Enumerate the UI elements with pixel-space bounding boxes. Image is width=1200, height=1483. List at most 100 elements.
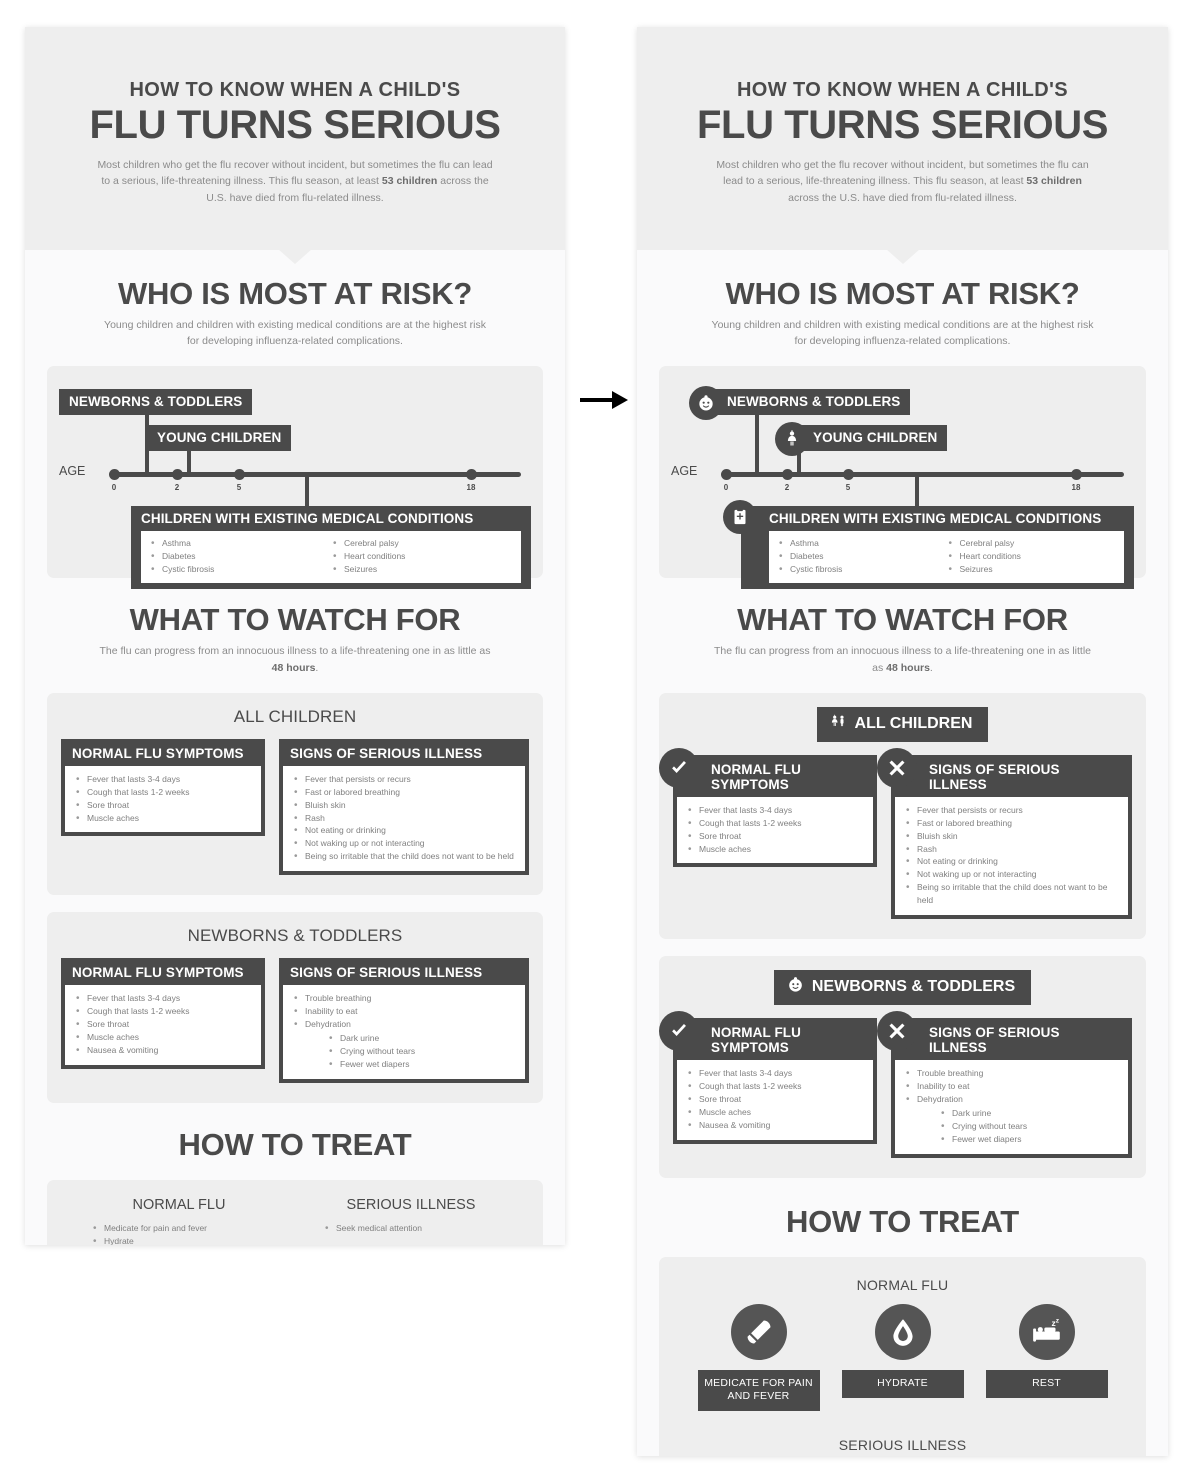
treat-columns: NORMAL FLU Medicate for pain and fever H…	[63, 1197, 527, 1245]
conditions-list-body: Asthma Diabetes Cystic fibrosis Cerebral…	[141, 531, 521, 584]
list-item: Dehydration Dark urine Crying without te…	[292, 1017, 516, 1072]
serious-illness-card: SIGNS OF SERIOUS ILLNESS Trouble breathi…	[877, 1011, 1132, 1158]
group-heading-label: NEWBORNS & TODDLERS	[811, 978, 1016, 996]
normal-symptoms-column: NORMAL FLU SYMPTOMS Fever that lasts 3-4…	[61, 738, 265, 837]
treat-section-left: HOW TO TREAT NORMAL FLU Medicate for pai…	[25, 1103, 565, 1245]
treat-title: HOW TO TREAT	[786, 1203, 1019, 1239]
normal-flu-symptoms-card: NORMAL FLU SYMPTOMS Fever that lasts 3-4…	[659, 1011, 877, 1144]
normal-symptoms-list: Fever that lasts 3-4 days Cough that las…	[74, 991, 252, 1058]
risk-section-left: WHO IS MOST AT RISK? Young children and …	[25, 250, 565, 590]
list-item: Fewer wet diapers	[939, 1132, 1119, 1147]
band-young-children: YOUNG CHILDREN	[147, 425, 292, 452]
card-body: Trouble breathing Inability to eat Dehyd…	[283, 985, 525, 1079]
header-kicker: HOW TO KNOW WHEN A CHILD'S	[736, 79, 1069, 101]
group-heading-wrap: NEWBORNS & TODDLERS	[673, 970, 1132, 1006]
card-title: SIGNS OF SERIOUS ILLNESS	[929, 761, 1060, 792]
band-young-children: YOUNG CHILDREN	[791, 425, 948, 452]
header-subtitle: Most children who get the flu recover wi…	[637, 157, 1168, 206]
list-item: Being so irritable that the child does n…	[904, 880, 1119, 907]
list-item: Cerebral palsy	[947, 536, 1117, 551]
list-item: Heart conditions	[947, 549, 1117, 564]
card-body: Trouble breathing Inability to eat Dehyd…	[895, 1060, 1128, 1154]
watch-group-all-children: ALL CHILDREN NORMAL FLU SYMPTOMS Fever t…	[47, 692, 543, 896]
serious-signs-list: Trouble breathing Inability to eat Dehyd…	[292, 991, 516, 1072]
list-item: Muscle aches	[74, 811, 252, 826]
header-sub-highlight: 53 children	[1026, 175, 1082, 188]
list-item: Rash	[292, 811, 516, 826]
normal-symptoms-column: NORMAL FLU SYMPTOMS Fever that lasts 3-4…	[659, 1011, 877, 1144]
checkmark-icon	[659, 1011, 699, 1052]
card-title: SIGNS OF SERIOUS ILLNESS	[929, 1025, 1060, 1056]
list-item: Cystic fibrosis	[149, 562, 331, 577]
treat-option-medicate[interactable]: MEDICATE FOR PAIN AND FEVER	[697, 1303, 820, 1412]
risk-timeline-card: AGE 0 2 5 18 NEWBORNS & TODDLERS YOUNG C…	[47, 366, 543, 590]
conditions-list-body: Asthma Diabetes Cystic fibrosis Cerebral…	[769, 531, 1124, 584]
age-axis-label: AGE	[59, 464, 86, 479]
band-newborns-toddlers: NEWBORNS & TODDLERS	[705, 389, 911, 416]
band-existing-conditions: CHILDREN WITH EXISTING MEDICAL CONDITION…	[131, 506, 531, 590]
treat-section-right: HOW TO TREAT NORMAL FLU MEDICATE FOR PAI…	[637, 1178, 1168, 1456]
list-item: Nausea & vomiting	[74, 1043, 252, 1058]
list-item: Sore throat	[74, 1017, 252, 1032]
card-body: Fever that persists or recurs Fast or la…	[283, 765, 525, 872]
conditions-column-2: Cerebral palsy Heart conditions Seizures	[331, 536, 513, 577]
group-heading: NEWBORNS & TODDLERS	[187, 926, 403, 946]
header-kicker: HOW TO KNOW WHEN A CHILD'S	[129, 79, 461, 101]
normal-symptoms-list: Fever that lasts 3-4 days Cough that las…	[686, 1066, 864, 1133]
list-item: Cerebral palsy	[331, 536, 513, 551]
list-item: Medicate for pain and fever	[91, 1221, 295, 1236]
age-dot-0	[109, 469, 120, 481]
card-title: NORMAL FLU SYMPTOMS	[711, 761, 801, 792]
serious-signs-list: Trouble breathing Inability to eat Dehyd…	[904, 1066, 1119, 1147]
watch-subtitle: The flu can progress from an innocuous i…	[659, 643, 1146, 676]
list-item: Nausea & vomiting	[686, 1118, 864, 1133]
list-item: Dark urine	[939, 1106, 1119, 1121]
stem-conditions	[305, 474, 309, 509]
card-body: Fever that lasts 3-4 days Cough that las…	[677, 1060, 873, 1140]
serious-signs-list: Fever that persists or recurs Fast or la…	[292, 772, 516, 865]
conditions-list-2: Cerebral palsy Heart conditions Seizures	[331, 536, 513, 577]
list-item: Not eating or drinking	[904, 854, 1119, 869]
svg-text:z: z	[1055, 1317, 1059, 1324]
age-tick-18: 18	[466, 483, 476, 493]
list-item: Sore throat	[686, 1092, 864, 1107]
header-subtitle: Most children who get the flu recover wi…	[25, 157, 565, 206]
dehydration-sublist: Dark urine Crying without tears Fewer we…	[939, 1106, 1119, 1147]
watch-section-right: WHAT TO WATCH FOR The flu can progress f…	[637, 578, 1168, 1178]
list-item: Fewer wet diapers	[327, 1057, 516, 1072]
risk-subtitle: Young children and children with existin…	[104, 318, 486, 348]
card-title: NORMAL FLU SYMPTOMS	[711, 1025, 801, 1056]
list-item: Cough that lasts 1-2 weeks	[74, 1004, 252, 1019]
watch-group-newborns-toddlers: NEWBORNS & TODDLERS NORMAL FLU SYMPTOMS …	[659, 956, 1146, 1178]
age-tick-5: 5	[845, 483, 851, 493]
list-item: Heart conditions	[331, 549, 513, 564]
serious-signs-list: Fever that persists or recurs Fast or la…	[904, 803, 1119, 907]
list-item: Not waking up or not interacting	[292, 836, 516, 851]
treat-option-hydrate[interactable]: HYDRATE	[841, 1303, 964, 1412]
list-item: Cough that lasts 1-2 weeks	[74, 785, 252, 800]
symptom-columns: NORMAL FLU SYMPTOMS Fever that lasts 3-4…	[659, 1011, 1132, 1158]
card-title: SIGNS OF SERIOUS ILLNESS	[290, 965, 483, 981]
page-title: FLU TURNS SERIOUS	[697, 103, 1108, 147]
treat-title: HOW TO TREAT	[178, 1126, 412, 1162]
treat-option-rest[interactable]: zz REST	[985, 1303, 1108, 1412]
watch-title: WHAT TO WATCH FOR	[737, 602, 1068, 638]
list-item: Being so irritable that the child does n…	[292, 849, 516, 864]
serious-illness-card: SIGNS OF SERIOUS ILLNESS Fever that pers…	[279, 738, 529, 876]
list-item: Fever that persists or recurs	[292, 772, 516, 787]
age-timeline: AGE 0 2 5 18 NEWBORNS & TODDLERS YOUNG C…	[671, 380, 1134, 590]
age-tick-2: 2	[174, 483, 180, 493]
normal-symptoms-column: NORMAL FLU SYMPTOMS Fever that lasts 3-4…	[659, 747, 877, 868]
list-item: Seizures	[947, 562, 1117, 577]
risk-timeline-card: AGE 0 2 5 18 NEWBORNS & TODDLERS YOUNG C…	[659, 366, 1146, 590]
watch-sub-highlight: 48 hours	[886, 661, 930, 674]
card-title: SIGNS OF SERIOUS ILLNESS	[290, 745, 483, 761]
list-item: Trouble breathing	[904, 1066, 1119, 1081]
baby-face-icon	[786, 975, 805, 999]
list-item: Not waking up or not interacting	[904, 867, 1119, 882]
risk-title: WHO IS MOST AT RISK?	[725, 275, 1080, 311]
age-tick-5: 5	[236, 483, 242, 493]
age-tick-18: 18	[1071, 483, 1081, 493]
conditions-list-2: Cerebral palsy Heart conditions Seizures	[947, 536, 1117, 577]
band-newborns-toddlers: NEWBORNS & TODDLERS	[59, 389, 253, 416]
